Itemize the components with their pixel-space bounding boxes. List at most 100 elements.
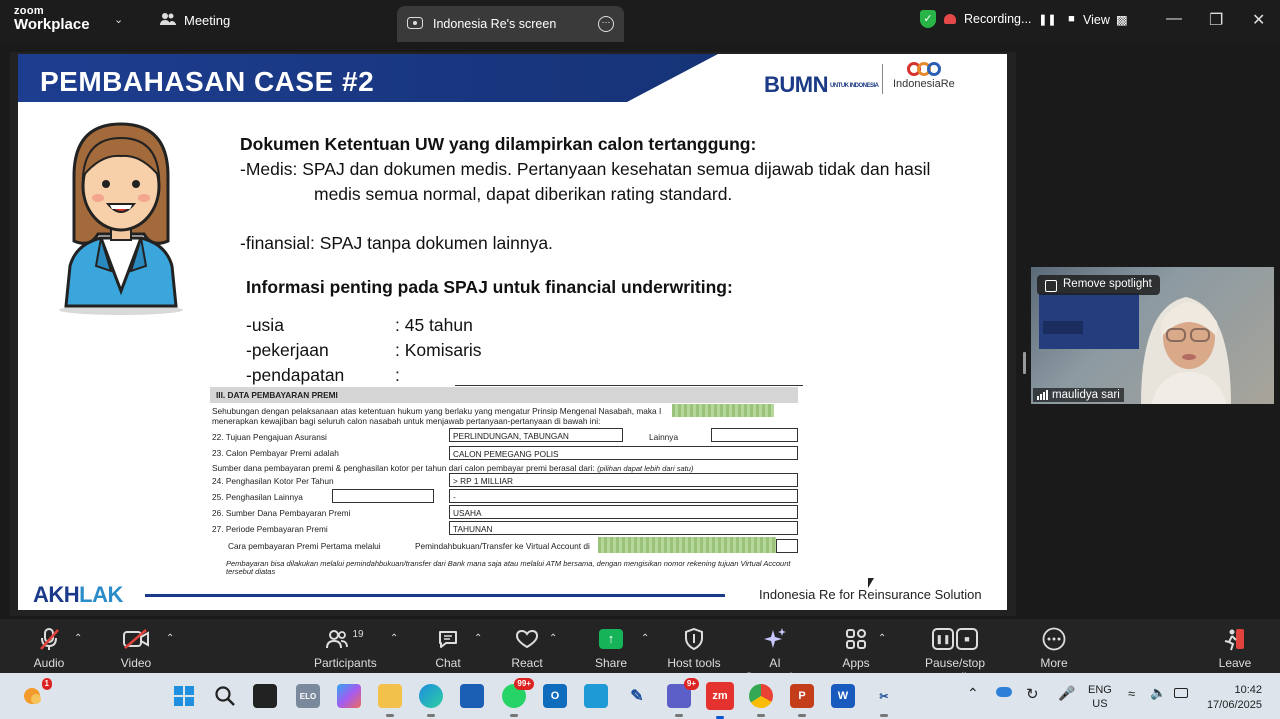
q22-value: PERLINDUNGAN, TABUNGAN xyxy=(449,428,623,442)
form-section-title: III. DATA PEMBAYARAN PREMI xyxy=(210,387,798,403)
participants-options-caret[interactable]: ⌃ xyxy=(390,633,398,644)
recording-status: ✓ Recording... ❚❚ ■ xyxy=(920,10,1079,28)
tab-shared-screen[interactable]: Indonesia Re's screen ··· xyxy=(397,6,624,42)
video-label: Video xyxy=(120,656,152,670)
volume-icon[interactable]: 🔈 xyxy=(1150,685,1166,701)
zoom-taskbar-icon[interactable]: zm xyxy=(706,682,734,719)
copilot-icon[interactable] xyxy=(337,684,361,708)
clock[interactable]: 10:42 17/06/2025 xyxy=(1204,683,1262,713)
file-explorer-icon[interactable] xyxy=(378,684,402,717)
remove-spotlight-button[interactable]: Remove spotlight xyxy=(1037,275,1160,295)
indonesia-re-logo: IndonesiaRe xyxy=(893,62,955,90)
audio-button[interactable]: Audio xyxy=(30,627,68,670)
meeting-toolbar: Audio ⌃ Video ⌃ 19 Participants ⌃ Chat ⌃… xyxy=(0,619,1280,684)
more-button[interactable]: More xyxy=(1038,627,1070,670)
video-button[interactable]: Video xyxy=(118,627,154,670)
more-options-icon[interactable]: ··· xyxy=(598,16,614,32)
wifi-icon[interactable]: ≈ xyxy=(1128,686,1135,701)
stop-recording-icon[interactable]: ■ xyxy=(1063,11,1079,27)
pay-value: Pemindahbukuan/Transfer ke Virtual Accou… xyxy=(415,541,590,551)
q27-value: TAHUNAN xyxy=(449,521,798,535)
video-background-slide xyxy=(1039,293,1139,349)
participant-video-tile[interactable]: Remove spotlight maulidya sari xyxy=(1031,267,1274,404)
chevron-down-icon[interactable]: ⌄ xyxy=(114,13,123,26)
bumn-logo-sub: UNTUK INDONESIA xyxy=(830,82,879,89)
windows-start-icon[interactable] xyxy=(172,684,196,708)
lang-line2: US xyxy=(1092,698,1108,710)
share-arrow-icon: ↑ xyxy=(599,629,623,649)
info-label-usia: -usia xyxy=(246,315,284,335)
apps-options-caret[interactable]: ⌃ xyxy=(878,633,886,644)
audio-options-caret[interactable]: ⌃ xyxy=(74,633,82,644)
host-tools-button[interactable]: Host tools xyxy=(666,627,722,670)
q25-label: 25. Penghasilan Lainnya xyxy=(212,492,303,502)
indonesia-re-logo-text: IndonesiaRe xyxy=(893,78,955,90)
word-icon[interactable]: W xyxy=(831,684,855,708)
active-indicator xyxy=(798,714,806,717)
share-button[interactable]: ↑ Share xyxy=(594,627,628,670)
q26-label: 26. Sumber Dana Pembayaran Premi xyxy=(212,508,351,518)
view-button[interactable]: View ▩ xyxy=(1083,12,1128,28)
q25-value: - xyxy=(449,489,798,503)
restore-icon[interactable]: ❐ xyxy=(1209,10,1223,30)
participants-button[interactable]: 19 Participants xyxy=(314,627,377,671)
onedrive-icon[interactable] xyxy=(996,687,1012,697)
whatsapp-badge: 99+ xyxy=(514,678,534,690)
clock-time: 10:42 xyxy=(1234,684,1262,696)
info-value-pendapatan: : xyxy=(395,365,400,385)
q24-label: 24. Penghasilan Kotor Per Tahun xyxy=(212,476,334,486)
minimize-icon[interactable]: — xyxy=(1166,10,1182,28)
tray-overflow-icon[interactable]: ⌃ xyxy=(967,685,979,702)
microphone-icon[interactable]: 🎤 xyxy=(1058,685,1075,702)
elo-app-icon[interactable]: ELO xyxy=(296,684,320,708)
active-indicator xyxy=(427,714,435,717)
panel-resize-handle[interactable] xyxy=(1023,352,1026,374)
form-intro-2: menerapkan kewajiban bagi seluruh calon … xyxy=(212,416,601,426)
react-button[interactable]: React xyxy=(510,627,544,670)
form-intro-1: Sehubungan dengan pelaksanaan atas keten… xyxy=(212,406,662,416)
battery-icon[interactable] xyxy=(1174,688,1188,698)
calculator-icon[interactable] xyxy=(584,684,608,708)
language-indicator[interactable]: ENG US xyxy=(1088,683,1112,711)
chat-options-caret[interactable]: ⌃ xyxy=(474,633,482,644)
chat-button[interactable]: Chat xyxy=(432,627,464,670)
share-options-caret[interactable]: ⌃ xyxy=(641,633,649,644)
q23-value: CALON PEMEGANG POLIS xyxy=(449,446,798,460)
more-icon xyxy=(1038,627,1070,651)
search-icon[interactable] xyxy=(213,684,237,708)
react-options-caret[interactable]: ⌃ xyxy=(549,633,557,644)
sync-icon[interactable]: ↻ xyxy=(1026,685,1039,703)
store-icon[interactable] xyxy=(460,684,484,708)
bumn-logo: BUMN UNTUK INDONESIA xyxy=(764,72,879,98)
teams-icon[interactable]: 9+ xyxy=(667,678,699,717)
pause-recording-icon[interactable]: ❚❚ xyxy=(1038,11,1056,27)
edge-browser-icon[interactable] xyxy=(419,684,443,717)
weather-widget-icon[interactable]: 1 xyxy=(20,678,52,708)
tab-meeting-label: Meeting xyxy=(184,13,231,28)
title-bar: zoom Workplace ⌄ Meeting Indonesia Re's … xyxy=(0,0,1280,42)
pen-tool-icon[interactable]: ✎ xyxy=(625,684,649,708)
camera-off-icon xyxy=(118,627,154,651)
q26-value: USAHA xyxy=(449,505,798,519)
outlook-icon[interactable]: O xyxy=(543,684,567,708)
chrome-icon[interactable] xyxy=(749,684,773,717)
q22-other-box xyxy=(711,428,798,442)
sparkle-icon xyxy=(738,627,812,651)
powerpoint-icon[interactable]: P xyxy=(790,684,814,717)
view-label: View xyxy=(1083,12,1110,27)
security-shield-icon[interactable]: ✓ xyxy=(920,10,936,28)
tab-meeting[interactable]: Meeting xyxy=(160,12,230,29)
close-icon[interactable]: ✕ xyxy=(1252,10,1265,30)
snipping-tool-icon[interactable]: ✂ xyxy=(872,684,896,717)
whatsapp-icon[interactable]: 99+ xyxy=(502,678,534,717)
participants-count: 19 xyxy=(352,628,364,640)
leave-button[interactable]: Leave xyxy=(1218,627,1252,670)
video-options-caret[interactable]: ⌃ xyxy=(166,633,174,644)
apps-button[interactable]: Apps xyxy=(840,627,872,670)
note-line-1: Pembayaran bisa dilakukan melalui pemind… xyxy=(226,559,791,568)
q27-label: 27. Periode Pembayaran Premi xyxy=(212,524,328,534)
participant-name: maulidya sari xyxy=(1052,389,1120,401)
participants-label: Participants xyxy=(314,656,377,670)
task-view-icon[interactable] xyxy=(253,684,277,708)
widget-badge: 1 xyxy=(41,678,52,690)
